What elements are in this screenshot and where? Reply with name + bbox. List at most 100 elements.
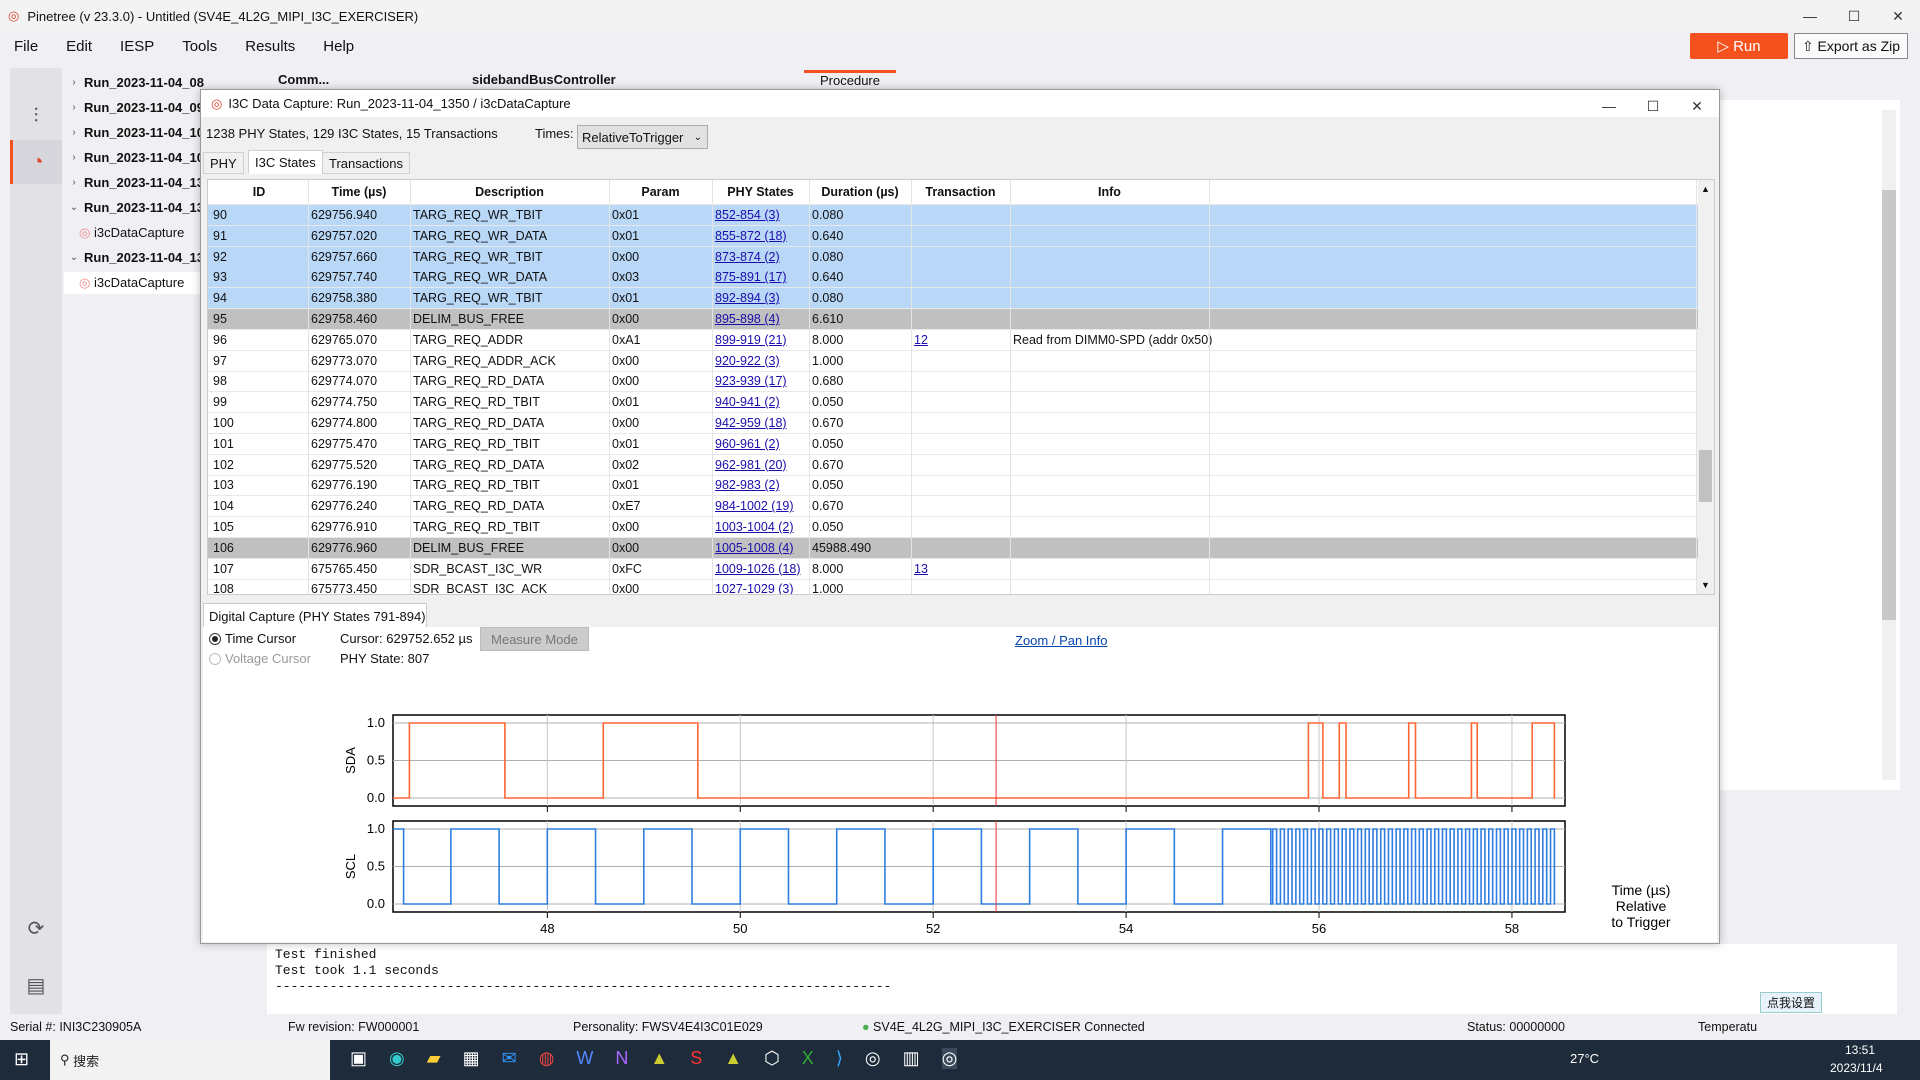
mail-icon[interactable]: ✉ [502,1048,517,1069]
menu-help[interactable]: Help [323,38,354,55]
bg-tab-sideband[interactable]: sidebandBusController [472,72,616,87]
menu-edit[interactable]: Edit [66,38,92,55]
run-button[interactable]: ▷ Run [1690,33,1788,59]
calculator-icon[interactable]: ▥ [903,1048,920,1069]
tree-item-label: Run_2023-11-04_09 [84,99,204,115]
tree-item[interactable]: ⌄ Run_2023-11-04_13 [64,247,204,269]
y-tick-label: 1.0 [367,821,385,836]
x-axis-label: Relative [1616,898,1667,914]
explorer-icon[interactable]: ▰ [427,1048,441,1069]
tree-item[interactable]: ◎ i3cDataCapture [64,222,184,244]
clock-time[interactable]: 13:51 [1845,1043,1875,1057]
log-line: ----------------------------------------… [275,979,892,994]
temperature: Temperatu [1698,1020,1758,1034]
close-button[interactable]: ✕ [1876,0,1920,32]
device-status: Status: 00000000 [1467,1020,1565,1034]
log-line: Test finished [275,947,377,962]
menu-file[interactable]: File [14,38,38,55]
tree-item[interactable]: › Run_2023-11-04_09 [64,96,204,118]
tree-item-label: Run_2023-11-04_10 [84,124,204,140]
app-icon[interactable]: ▲ [724,1048,742,1069]
taskbar-apps: ▣ ◉ ▰ ▦ ✉ ◍ W N ▲ S ▲ ⬡ X ⟩ ◎ ▥ ◎ [350,1048,958,1069]
title-bar: ◎ Pinetree (v 23.3.0) - Untitled (SV4E_4… [0,0,1920,32]
app-icon[interactable]: ⬡ [764,1048,780,1069]
chevron-right-icon[interactable]: › [64,152,84,163]
waveform-chart: 0.0 0.5 1.0 SDA 0.0 0.5 1.0 SCL 48 50 52 54 56 58 Time… [343,714,1671,936]
refresh-icon[interactable]: ⟳ [10,906,62,950]
y-tick-label: 1.0 [367,715,385,730]
procedure-panel [1720,100,1900,790]
taskbar: ⊞ ⚲ 搜索 ▣ ◉ ▰ ▦ ✉ ◍ W N ▲ S ▲ ⬡ X ⟩ ◎ ▥ ◎ 27°C 13:51 2023… [0,1040,1920,1080]
bg-tab-procedure[interactable]: Procedure [804,70,896,88]
chevron-down-icon[interactable]: ⌄ [64,202,84,213]
test-log: Test finished Test took 1.1 seconds ------… [267,944,1897,1014]
onenote-icon[interactable]: N [615,1048,628,1069]
tree-item-label: Run_2023-11-04_0859 [84,74,204,90]
tree-item[interactable]: › Run_2023-11-04_10 [64,121,204,143]
results-tree: ›Run_2023-11-04_0859›Run_2023-11-04_09›R… [64,68,204,1014]
pinetree-icon[interactable]: ◎ [865,1048,881,1069]
x-tick-label: 58 [1505,921,1519,936]
status-bar: Serial #: INI3C230905A Fw revision: FW00… [0,1016,1920,1038]
tree-item-label: i3cDataCapture [94,275,185,291]
search-placeholder: 搜索 [73,1053,100,1069]
chevron-right-icon[interactable]: › [64,102,84,113]
tree-item[interactable]: › Run_2023-11-04_10 [64,146,204,168]
taskbar-search[interactable]: ⚲ 搜索 [50,1040,330,1080]
vscode-icon[interactable]: ⟩ [836,1048,843,1069]
store-icon[interactable]: ▦ [463,1048,480,1069]
maximize-button[interactable]: ☐ [1832,0,1876,32]
tree-item[interactable]: ⌄ Run_2023-11-04_13 [64,197,204,219]
ime-tooltip[interactable]: 点我设置 [1760,992,1823,1013]
chevron-right-icon[interactable]: › [64,177,84,188]
window-title: Pinetree (v 23.3.0) - Untitled (SV4E_4L2… [27,8,419,24]
serial-number: Serial #: INI3C230905A [10,1020,142,1034]
excel-icon[interactable]: X [802,1048,814,1069]
tree-item[interactable]: › Run_2023-11-04_13 [64,171,204,193]
minimize-button[interactable]: — [1788,0,1832,32]
clock-date[interactable]: 2023/11/4 [1830,1061,1883,1075]
tree-item-label: Run_2023-11-04_13 [84,250,204,266]
personality: Personality: FWSV4E4I3C01E029 [573,1020,763,1034]
tree-item-label: i3cDataCapture [94,225,185,241]
chevron-right-icon[interactable]: › [64,127,84,138]
edge-icon[interactable]: ◉ [389,1048,405,1069]
tree-item[interactable]: ›Run_2023-11-04_0859 [64,71,204,93]
pinetree-active-icon[interactable]: ◎ [941,1048,958,1069]
app-icon[interactable]: ▲ [650,1048,668,1069]
log-line: Test took 1.1 seconds [275,963,439,978]
word-icon[interactable]: W [576,1048,593,1069]
connection-text: SV4E_4L2G_MIPI_I3C_EXERCISER Connected [873,1020,1145,1034]
tree-item[interactable]: ◎ i3cDataCapture [64,271,204,294]
results-chart-icon[interactable]: ◔ [10,140,62,184]
y-tick-label: 0.5 [367,859,385,874]
x-tick-label: 56 [1312,921,1326,936]
y-tick-label: 0.0 [367,896,385,911]
menu-iesp[interactable]: IESP [120,38,154,55]
document-icon[interactable]: ▤ [10,963,62,1007]
menu-tools[interactable]: Tools [182,38,217,55]
sdk-icon[interactable]: S [690,1048,702,1069]
chevron-right-icon[interactable]: › [64,77,84,88]
task-view-icon[interactable]: ▣ [350,1048,367,1069]
chevron-down-icon[interactable]: ⌄ [64,252,84,263]
y-axis-label: SDA [343,747,358,774]
tree-item-label: Run_2023-11-04_13 [84,174,204,190]
sliders-icon[interactable]: ⫶ [10,94,62,138]
fw-revision: Fw revision: FW000001 [288,1020,420,1034]
weather[interactable]: 27°C [1570,1051,1599,1066]
x-tick-label: 52 [926,921,940,936]
x-tick-label: 50 [733,921,747,936]
x-axis-label: to Trigger [1611,914,1670,930]
left-rail: ⫶ ◔ ⟳ ▤ [10,68,62,1014]
windows-start-icon[interactable]: ⊞ [14,1049,29,1070]
capture-icon: ◎ [79,224,94,240]
export-zip-button[interactable]: ⇧ Export as Zip [1794,33,1908,59]
menu-results[interactable]: Results [245,38,295,55]
connection-status: ● SV4E_4L2G_MIPI_I3C_EXERCISER Connected [862,1020,1145,1034]
chrome-icon[interactable]: ◍ [539,1048,555,1069]
procedure-scrollbar[interactable] [1882,110,1896,780]
x-tick-label: 48 [540,921,554,936]
y-tick-label: 0.0 [367,790,385,805]
bg-tab-comm[interactable]: Comm... [278,72,329,87]
